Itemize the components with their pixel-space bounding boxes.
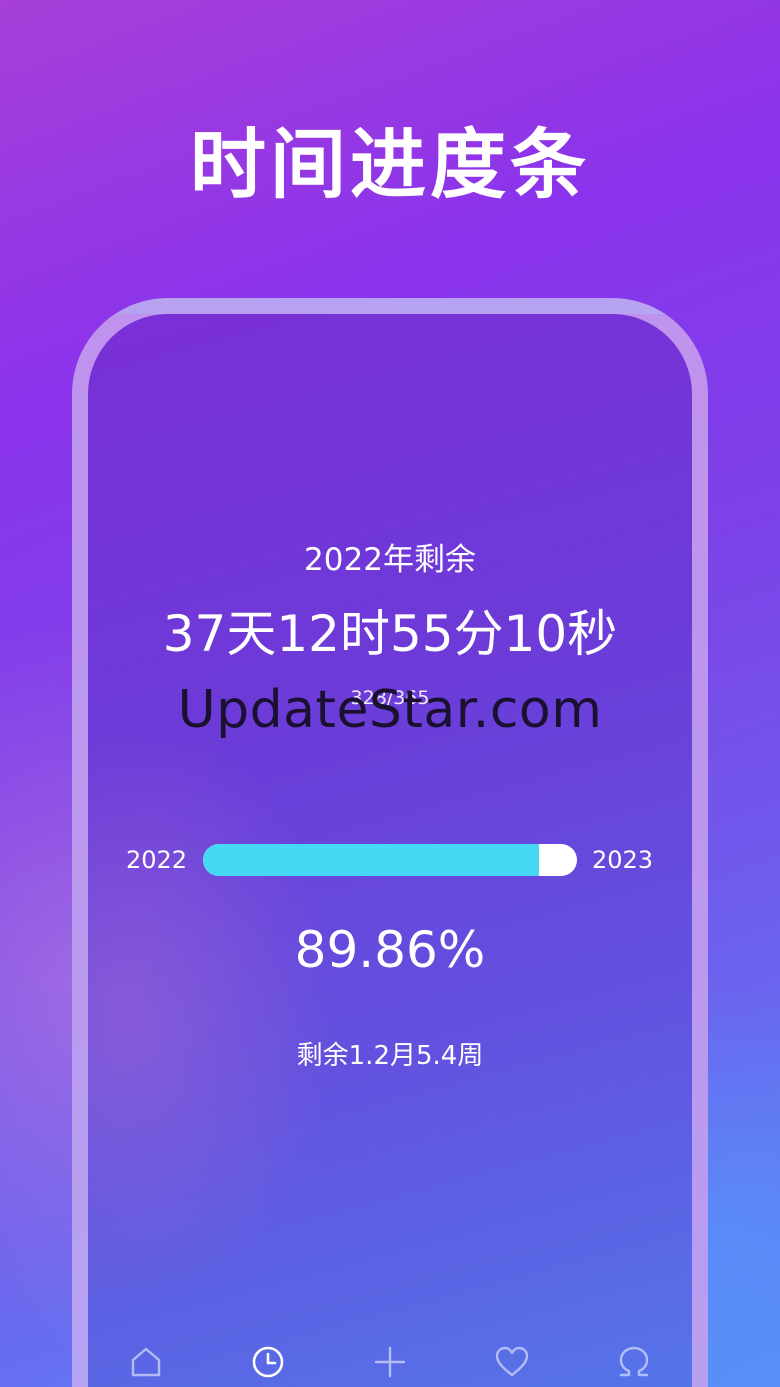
progress-bar-fill (203, 844, 540, 876)
phone-frame: 2022年剩余 37天12时55分10秒 328/365 UpdateStar.… (72, 298, 708, 1387)
omega-icon[interactable] (616, 1344, 652, 1380)
watermark-text: UpdateStar.com (177, 680, 603, 740)
countdown-timer: 37天12时55分10秒 (162, 605, 618, 663)
bottom-tab-bar (88, 1338, 692, 1387)
phone-screen: 2022年剩余 37天12时55分10秒 328/365 UpdateStar.… (88, 314, 692, 1387)
clock-icon[interactable] (250, 1344, 286, 1380)
progress-bar-track (203, 844, 577, 876)
plus-icon[interactable] (372, 1344, 408, 1380)
remaining-months-weeks: 剩余1.2月5.4周 (296, 1041, 484, 1071)
progress-end-year: 2023 (592, 846, 654, 874)
progress-percent: 89.86% (294, 921, 486, 979)
progress-start-year: 2022 (126, 846, 188, 874)
year-remaining-label: 2022年剩余 (304, 542, 476, 578)
home-icon[interactable] (128, 1344, 164, 1380)
year-progress-row: 2022 2023 (88, 842, 692, 878)
heart-icon[interactable] (494, 1344, 530, 1380)
page-headline: 时间进度条 (190, 120, 590, 209)
